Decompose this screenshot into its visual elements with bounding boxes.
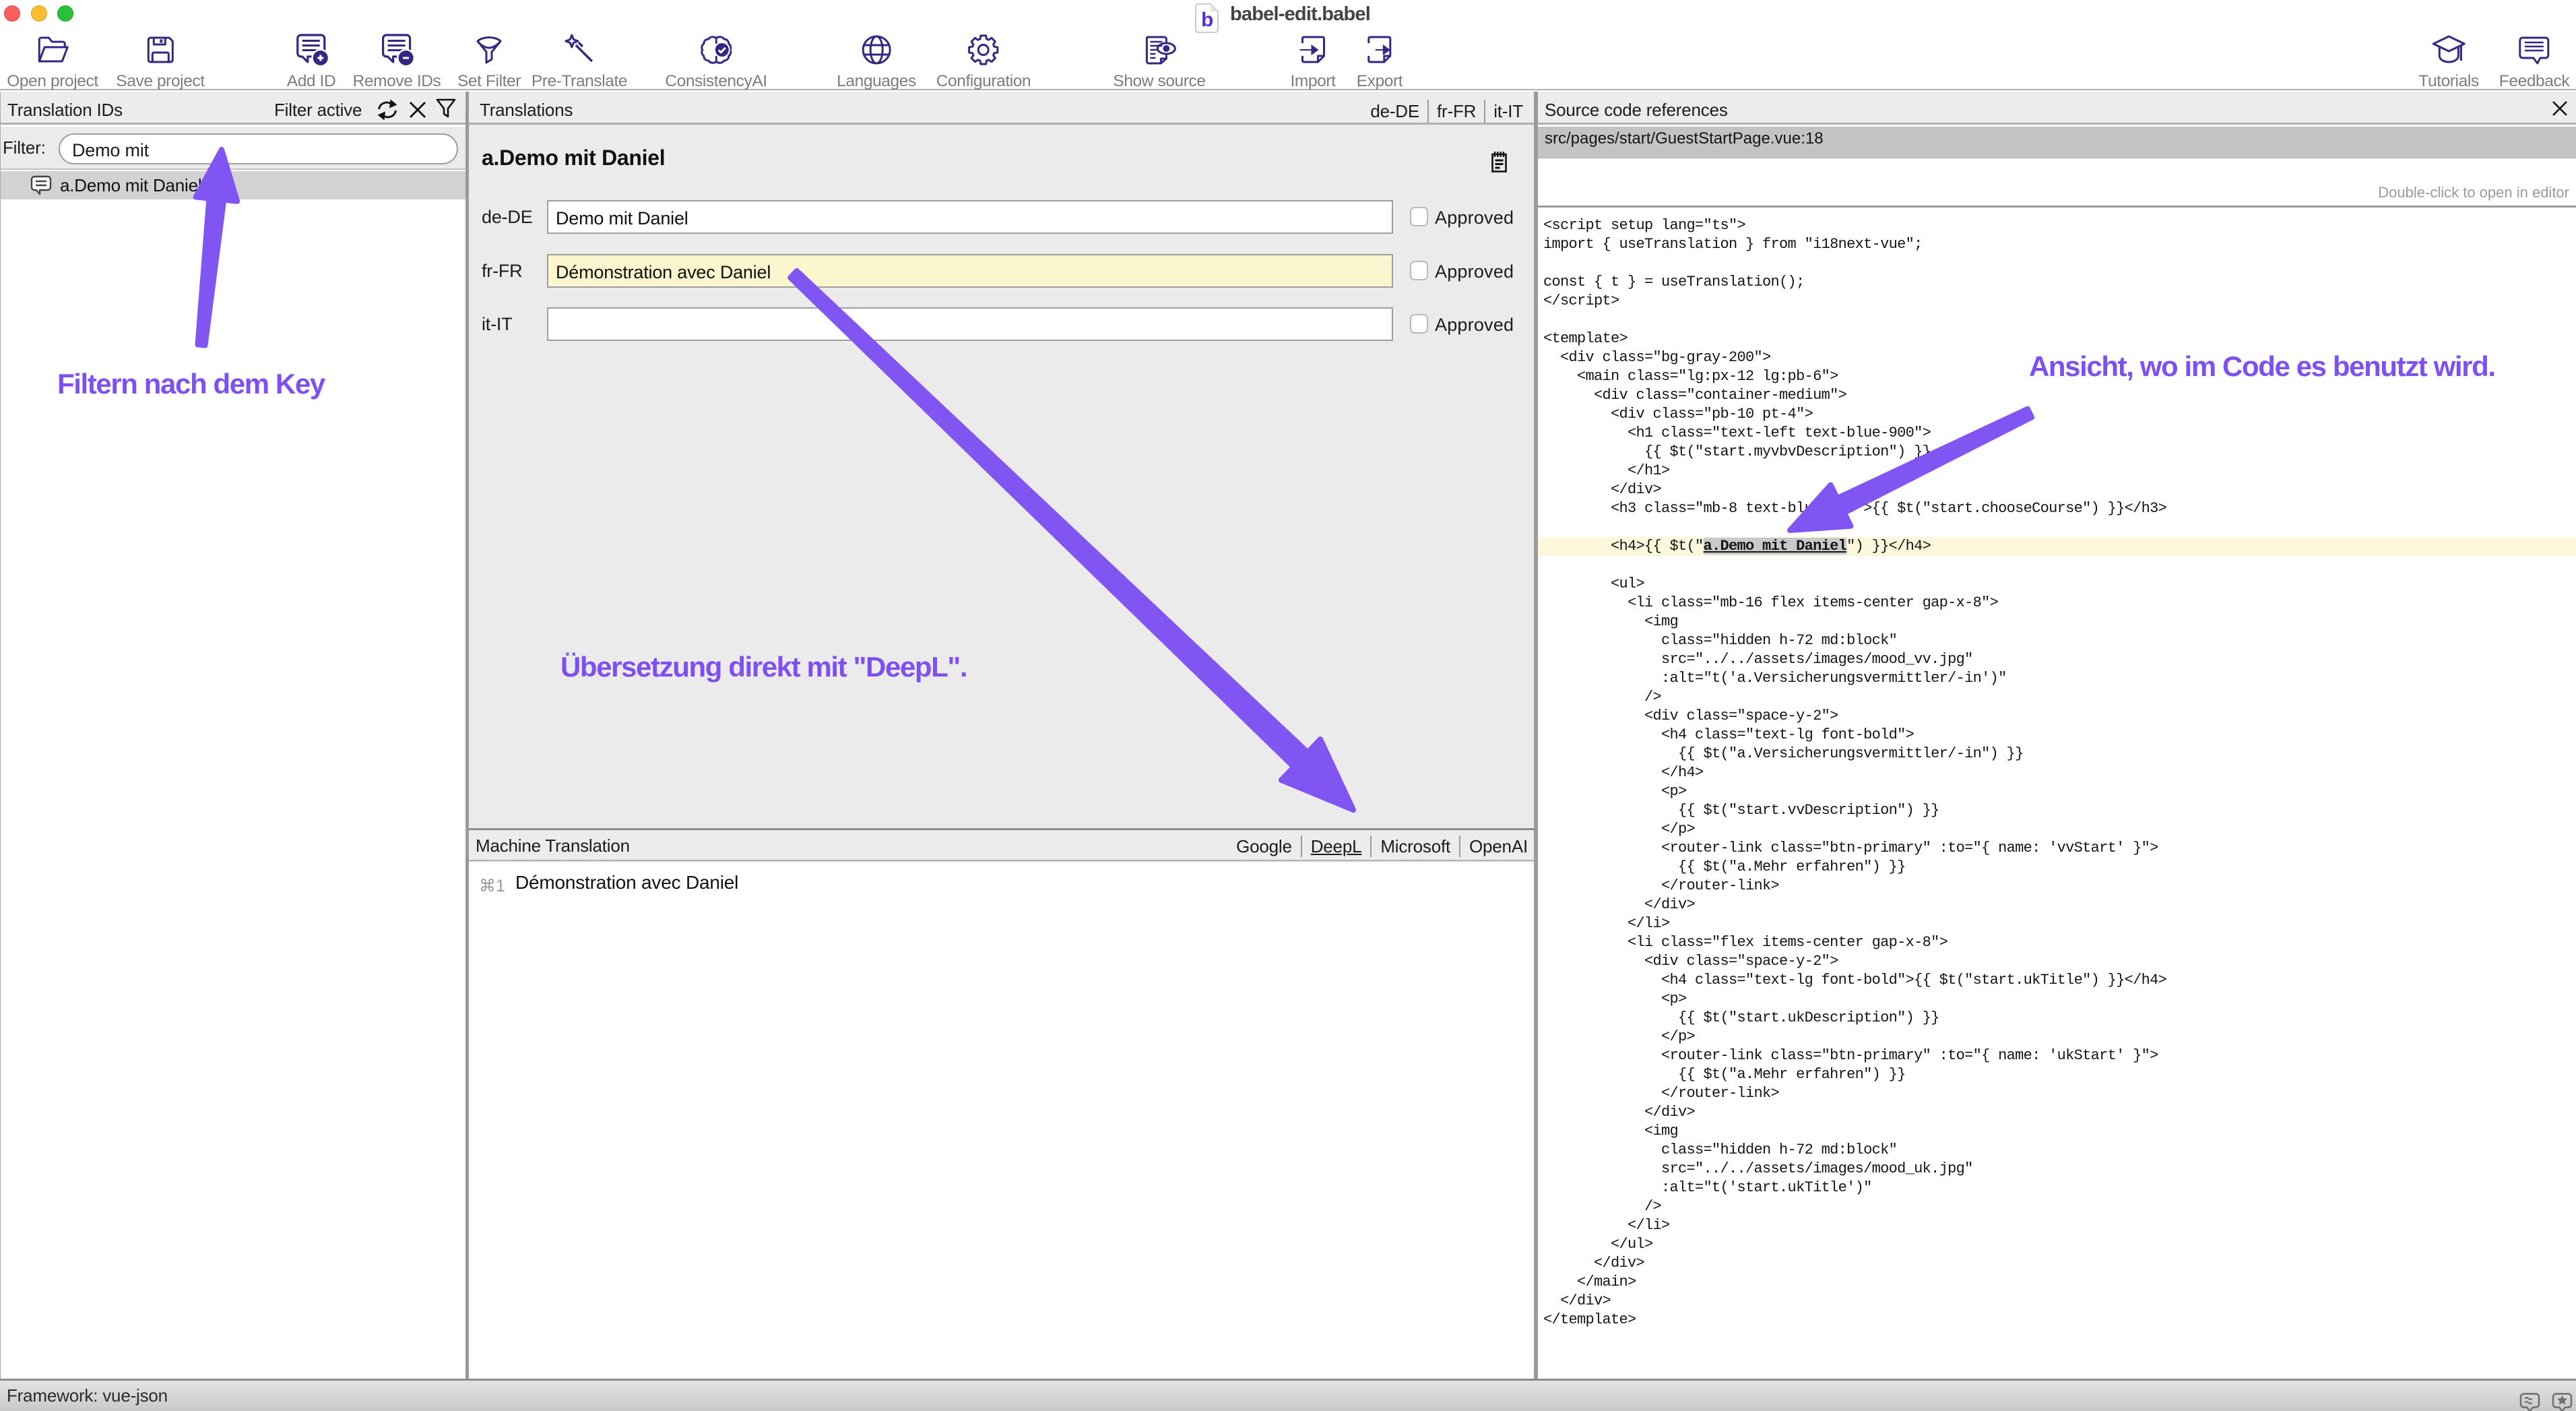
svg-text:b: b — [1201, 9, 1213, 31]
